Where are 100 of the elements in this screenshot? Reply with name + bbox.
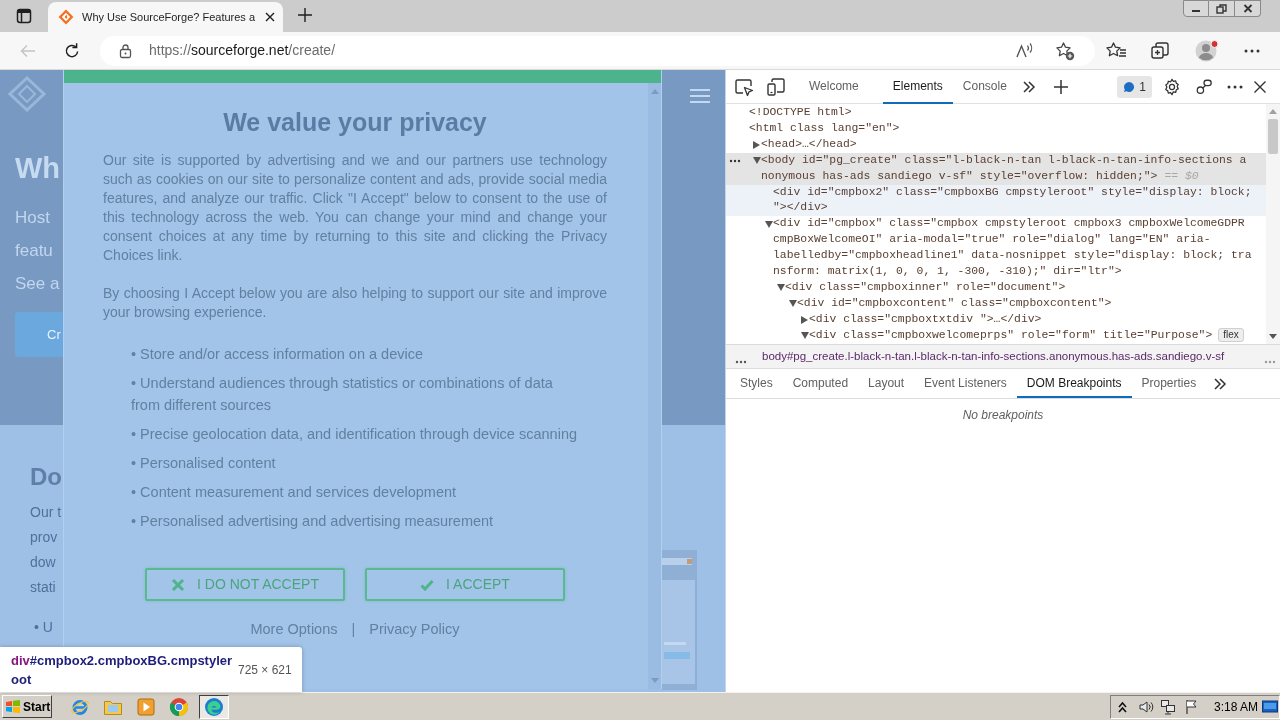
more-icon [1227,84,1243,89]
panel-tab[interactable]: DOM Breakpoints [1016,369,1132,398]
devices-icon [766,76,786,97]
devtools-tab[interactable]: Console [952,69,1017,104]
page-text: Host [15,207,51,229]
caret-down-icon[interactable] [801,332,809,340]
diamond-logo-icon [58,9,74,25]
consent-text: By choosing I Accept below you are also helping to support our site and improve your browsing experience. [103,284,607,322]
add-favorite-button[interactable] [1055,40,1075,61]
minimize-button[interactable] [1183,0,1209,17]
linked-nodes-icon [1195,77,1213,96]
play-icon [136,696,156,717]
more-icon [1244,48,1260,53]
section-list-item: • U [34,618,53,637]
ellipsis-icon [1264,359,1276,364]
start-button[interactable]: Start [2,695,52,718]
dom-node[interactable]: <div class="cmpboxtxtdiv ">…</div> [726,311,1266,328]
dom-node[interactable]: <div id="cmpbox2" class="cmpboxBG cmpstyleroot" style="display: block; "></div> [726,184,1266,217]
lock-icon [118,42,133,59]
add-tool-button[interactable] [1051,77,1070,96]
star-plus-icon [1055,40,1075,61]
caret-down-icon[interactable] [765,220,773,228]
round-logo-icon [169,696,189,717]
diamond-logo-icon [8,76,46,112]
purpose-item: • Understand audiences through statistics or combinations of data from different sources [131,374,554,415]
ellipsis-icon [735,359,747,364]
cross-icon [171,577,186,592]
caret-down-icon[interactable] [777,284,785,292]
dom-node[interactable]: <div id="cmpboxcontent" class="cmpboxcontent"> [726,295,1266,312]
page-heading: Wh [15,151,61,185]
devtools-tab[interactable]: Welcome [799,69,869,104]
section-text: Our t [30,503,62,522]
scrollbar-thumb[interactable] [1268,119,1278,154]
section-text: prov [30,528,59,547]
purpose-item: • Personalised content [131,454,277,473]
network-icon [1160,698,1176,715]
address-field[interactable]: https://sourceforge.net/create/ [100,35,1095,66]
double-chevron-icon [1021,79,1036,94]
avatar-icon [1195,38,1219,63]
panel-tab[interactable]: Styles [730,369,783,398]
panel-tab[interactable]: Layout [858,369,915,398]
double-chevron-up-icon [1117,700,1127,713]
device-toolbar-button[interactable] [765,75,787,98]
ellipsis-icon [729,158,741,163]
dom-node[interactable]: <html class lang="en"> [726,120,1266,137]
section-text: stati [30,578,57,597]
menu-icon [690,88,710,104]
caret-down-icon[interactable] [753,157,761,165]
restore-button[interactable] [1209,0,1235,17]
collections-icon [1150,40,1170,61]
restore-icon [1216,3,1227,14]
panel-tab[interactable]: Computed [782,369,859,398]
network-button[interactable] [1160,698,1176,715]
show-desktop-button[interactable] [1262,698,1278,715]
section-heading: Do [30,462,62,492]
dom-node[interactable]: <body id="pg_create" class="l-black-n-tan l-black-n-tan-info-sections a nonymous has-ads sandiego v-sf" style="overflow: hidden;"> == $0 [726,152,1266,185]
caret-right-icon[interactable] [801,315,808,324]
plus-icon [1052,78,1069,95]
dom-node[interactable]: <div id="cmpbox" class="cmpbox cmpstyleroot cmpbox3 cmpboxWelcomeGDPR cmpBoxWelcomeOI" aria-modal="true" role="dialog" lang="EN" aria- labelledby="cmpboxheadline1" data-nosnippet style="display: block; tra nsform: matrix(1, 0, 0, 1, -300, -310);" dir="ltr"> [726,216,1266,280]
layout-badge[interactable]: flex [1218,327,1244,342]
double-chevron-icon [1213,376,1228,391]
dom-node[interactable]: <head>…</head> [726,136,1266,153]
windows-flag-icon [5,698,21,715]
page-text: featu [15,240,54,262]
desktop-icon [1262,699,1278,714]
swirl-logo-icon [204,696,224,717]
dom-node[interactable]: <div class="cmpboxwelcomeprps" role="form" title="Purpose"> flex [726,327,1266,344]
clock-text: 3:18 AM [1214,698,1259,716]
link-separator: | [351,620,356,639]
close-icon [1242,4,1253,13]
volume-button[interactable] [1138,698,1154,715]
more-tabs-button[interactable] [1020,78,1037,95]
scrollbar[interactable] [1266,104,1280,344]
devtools-tab[interactable]: Elements [882,69,953,104]
panel-tab[interactable]: Properties [1131,369,1207,398]
flag-icon [1184,698,1200,715]
issues-button[interactable]: 1 [1117,75,1152,98]
speech-bubble-icon [1123,80,1136,93]
section-text: dow [30,553,57,572]
close-icon [1253,79,1267,94]
caret-right-icon[interactable] [753,140,760,149]
dialog-title: We value your privacy [222,107,488,137]
panel-tab[interactable]: Event Listeners [914,369,1017,398]
taskbar-button[interactable] [199,694,229,719]
scroll-down-icon[interactable] [1269,334,1277,339]
dom-node[interactable]: <div class="cmpboxinner" role="document"> [726,279,1266,296]
inspect-icon [734,76,754,97]
url-text[interactable]: https://sourceforge.net/create/ [149,40,336,61]
size-text: 725 × 621 [238,661,292,679]
purpose-item: • Content measurement and services development [131,483,458,502]
browser-tab[interactable]: Why Use SourceForge? Features a [48,2,283,32]
purpose-item: • Personalised advertising and advertising measurement [131,512,495,531]
action-center-button[interactable] [1184,698,1200,715]
caret-down-icon[interactable] [789,300,797,308]
dom-node[interactable]: <!DOCTYPE html> [726,105,1266,121]
purpose-item: • Store and/or access information on a device [131,345,424,364]
tab-actions-icon [16,8,32,24]
window-close-button[interactable] [1235,0,1261,17]
empty-message: No breakpoints [962,407,1044,424]
purpose-item: • Precise geolocation data, and identification through device scanning [131,425,578,444]
